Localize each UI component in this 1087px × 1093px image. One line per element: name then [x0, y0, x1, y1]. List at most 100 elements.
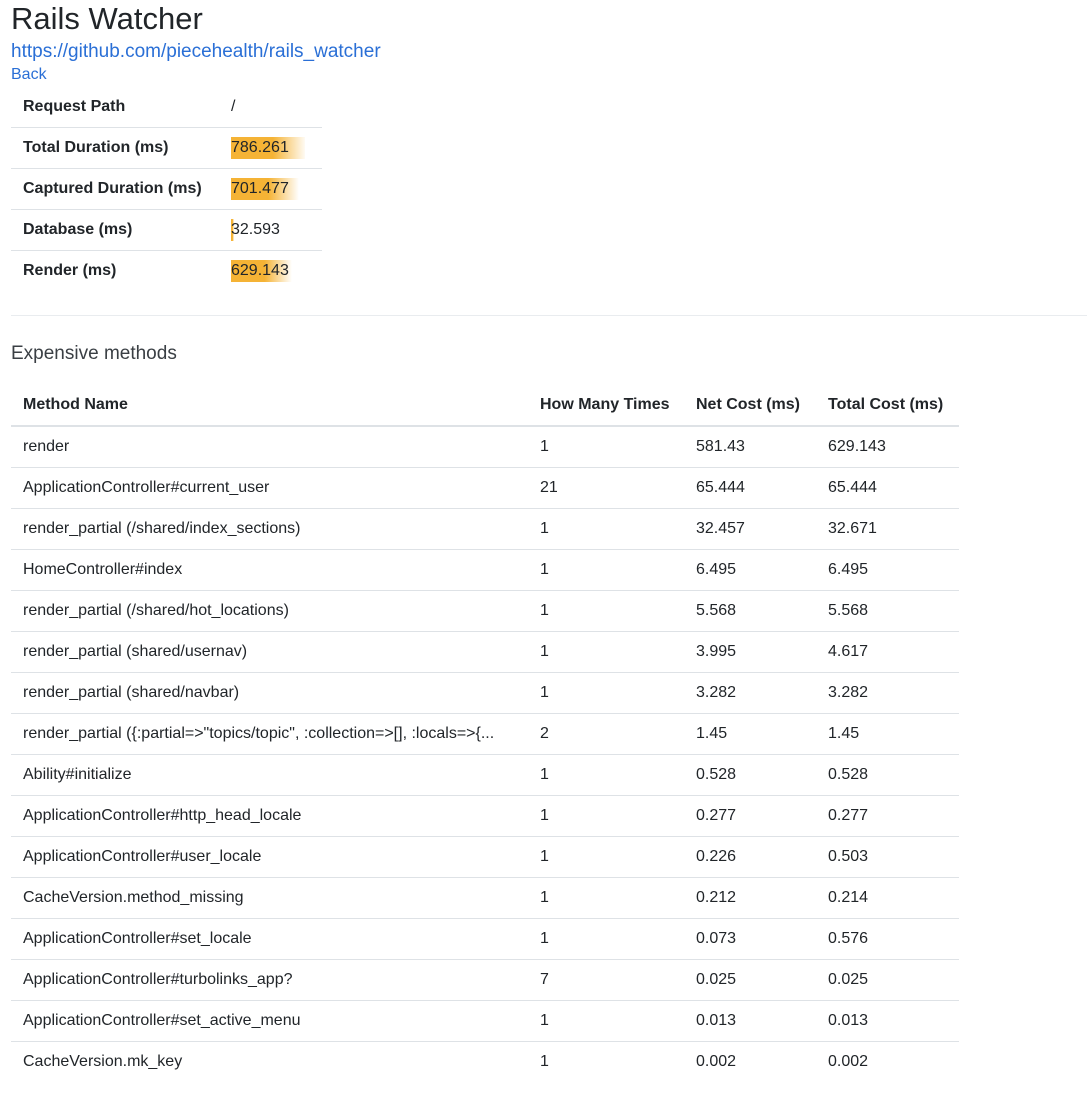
- method-name-cell: CacheVersion.mk_key: [11, 1041, 528, 1082]
- call-count-cell: 1: [528, 672, 684, 714]
- summary-label: Database (ms): [11, 209, 231, 251]
- summary-value-cell: 32.593: [231, 209, 322, 251]
- summary-label: Captured Duration (ms): [11, 168, 231, 210]
- total-cost-cell: 0.013: [816, 1000, 959, 1042]
- request-summary-table: Request Path / Total Duration (ms) 786.261 C…: [11, 87, 322, 291]
- method-name-cell: ApplicationController#set_locale: [11, 918, 528, 960]
- method-name-cell: HomeController#index: [11, 549, 528, 591]
- total-cost-cell: 0.002: [816, 1041, 959, 1082]
- summary-value-cell: 701.477: [231, 168, 322, 210]
- net-cost-cell: 581.43: [696, 438, 745, 455]
- net-cost-cell: 0.073: [684, 918, 816, 960]
- net-cost-cell: 0.013: [684, 1000, 816, 1042]
- total-cost-cell: 0.277: [816, 795, 959, 837]
- summary-value: 786.261: [231, 137, 305, 159]
- summary-row: Total Duration (ms) 786.261: [11, 127, 322, 169]
- net-cost-cell: 65.444: [684, 467, 816, 509]
- summary-row: Database (ms) 32.593: [11, 209, 322, 251]
- total-cost-cell: 0.528: [816, 754, 959, 796]
- total-cost-cell: 5.568: [816, 590, 959, 632]
- method-name-cell: ApplicationController#turbolinks_app?: [11, 959, 528, 1001]
- method-name-cell: ApplicationController#http_head_locale: [11, 795, 528, 837]
- table-row: ApplicationController#http_head_locale 1 0…: [11, 795, 959, 837]
- summary-value-cell: 629.143: [231, 250, 322, 291]
- column-header-total-cost: Total Cost (ms): [816, 385, 959, 427]
- total-cost-cell: 3.282: [816, 672, 959, 714]
- method-name-cell: render_partial (/shared/hot_locations): [11, 590, 528, 632]
- net-cost-cell: 0.212: [684, 877, 816, 919]
- table-header-row: Method Name How Many Times Net Cost (ms)…: [11, 385, 959, 427]
- total-cost-cell: 4.617: [816, 631, 959, 673]
- method-name-cell: ApplicationController#set_active_menu: [11, 1000, 528, 1042]
- total-cost-cell: 0.025: [816, 959, 959, 1001]
- method-name-cell: ApplicationController#current_user: [11, 467, 528, 509]
- method-name-cell: ApplicationController#user_locale: [11, 836, 528, 878]
- call-count-cell: 1: [528, 1000, 684, 1042]
- section-title: Expensive methods: [11, 343, 177, 364]
- total-cost-cell: 1.45: [816, 713, 959, 755]
- summary-value: 629.143: [231, 260, 305, 282]
- net-cost-cell: 5.568: [684, 590, 816, 632]
- summary-row: Render (ms) 629.143: [11, 250, 322, 291]
- table-row: render_partial (shared/navbar) 1 3.282 3.28…: [11, 672, 959, 714]
- call-count-cell: 1: [528, 877, 684, 919]
- expensive-methods-table: Method Name How Many Times Net Cost (ms)…: [11, 385, 959, 1082]
- total-cost-cell: 6.495: [816, 549, 959, 591]
- summary-label: Render (ms): [11, 250, 231, 291]
- table-row: render_partial (shared/usernav) 1 3.995 4.6…: [11, 631, 959, 673]
- call-count-cell: 1: [540, 438, 549, 455]
- net-cost-cell: 3.995: [684, 631, 816, 673]
- table-row: ApplicationController#set_locale 1 0.073 0.…: [11, 918, 959, 960]
- summary-label: Request Path: [23, 98, 126, 115]
- net-cost-cell: 0.002: [684, 1041, 816, 1082]
- total-cost-cell: 65.444: [816, 467, 959, 509]
- column-header-net-cost: Net Cost (ms): [684, 385, 816, 427]
- table-row: ApplicationController#turbolinks_app? 7 0.…: [11, 959, 959, 1001]
- call-count-cell: 1: [528, 631, 684, 673]
- summary-value: 701.477: [231, 178, 305, 200]
- net-cost-cell: 0.277: [684, 795, 816, 837]
- total-cost-cell: 0.576: [816, 918, 959, 960]
- table-row: render_partial ({:partial=>"topics/topic…: [11, 713, 959, 755]
- summary-value: /: [231, 98, 236, 115]
- call-count-cell: 1: [528, 508, 684, 550]
- summary-label: Total Duration (ms): [11, 127, 231, 169]
- table-row: render_partial (/shared/hot_locations) 1 5…: [11, 590, 959, 632]
- summary-value: 32.593: [231, 219, 296, 241]
- table-row: HomeController#index 1 6.495 6.495: [11, 549, 959, 591]
- back-link[interactable]: Back: [11, 65, 1087, 85]
- total-cost-cell: 0.214: [816, 877, 959, 919]
- call-count-cell: 21: [528, 467, 684, 509]
- total-cost-cell: 32.671: [816, 508, 959, 550]
- summary-row: Request Path /: [11, 87, 322, 128]
- method-name-cell: render: [23, 438, 70, 455]
- repo-link[interactable]: https://github.com/piecehealth/rails_wat…: [11, 41, 1087, 63]
- column-header-method-name: Method Name: [11, 385, 528, 427]
- net-cost-cell: 1.45: [684, 713, 816, 755]
- page: Rails Watcher https://github.com/piecehe…: [0, 0, 1087, 1082]
- table-row: ApplicationController#current_user 21 65.4…: [11, 467, 959, 509]
- method-name-cell: render_partial (shared/usernav): [11, 631, 528, 673]
- call-count-cell: 1: [528, 918, 684, 960]
- summary-value-cell: /: [231, 87, 322, 128]
- call-count-cell: 1: [528, 795, 684, 837]
- call-count-cell: 1: [528, 754, 684, 796]
- table-row: render_partial (/shared/index_sections) 1…: [11, 508, 959, 550]
- call-count-cell: 7: [528, 959, 684, 1001]
- net-cost-cell: 0.025: [684, 959, 816, 1001]
- net-cost-cell: 0.226: [684, 836, 816, 878]
- section-divider: [11, 315, 1087, 316]
- method-name-cell: render_partial ({:partial=>"topics/topic…: [11, 713, 528, 755]
- net-cost-cell: 3.282: [684, 672, 816, 714]
- net-cost-cell: 6.495: [684, 549, 816, 591]
- column-header-how-many-times: How Many Times: [528, 385, 684, 427]
- method-name-cell: CacheVersion.method_missing: [11, 877, 528, 919]
- method-name-cell: render_partial (/shared/index_sections): [11, 508, 528, 550]
- net-cost-cell: 32.457: [684, 508, 816, 550]
- call-count-cell: 1: [528, 1041, 684, 1082]
- call-count-cell: 1: [528, 836, 684, 878]
- table-row: CacheVersion.mk_key 1 0.002 0.002: [11, 1041, 959, 1082]
- page-title: Rails Watcher: [11, 1, 203, 36]
- method-name-cell: Ability#initialize: [11, 754, 528, 796]
- total-cost-cell: 0.503: [816, 836, 959, 878]
